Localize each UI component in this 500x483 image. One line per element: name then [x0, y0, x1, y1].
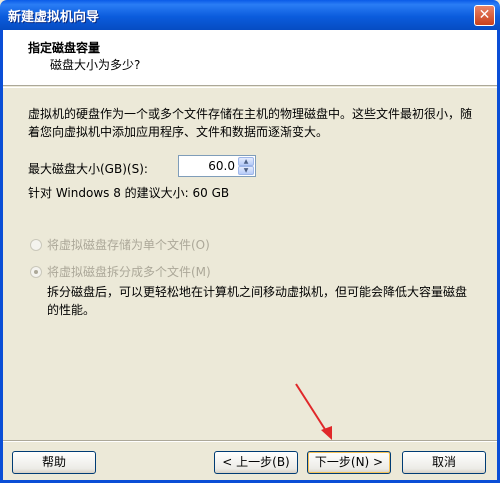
close-button[interactable]: ✕ [474, 5, 495, 26]
cancel-button[interactable]: 取消 [402, 451, 486, 474]
next-button[interactable]: 下一步(N) > [307, 451, 391, 474]
radio-single-file-circle[interactable] [30, 238, 42, 251]
radio-single-file-label: 将虚拟磁盘存储为单个文件(O) [47, 238, 210, 252]
radio-split-files-label: 将虚拟磁盘拆分成多个文件(M) [47, 265, 211, 279]
header-title: 指定磁盘容量 [28, 41, 101, 55]
help-button[interactable]: 帮助 [12, 451, 96, 474]
spin-down-icon[interactable]: ▼ [238, 166, 254, 175]
split-note-text: 拆分磁盘后，可以更轻松地在计算机之间移动虚拟机，但可能会降低大容量磁盘的性能。 [47, 285, 468, 317]
max-disk-size-label: 最大磁盘大小(GB)(S): [28, 162, 148, 176]
recommended-size-text: 针对 Windows 8 的建议大小: 60 GB [28, 186, 230, 200]
radio-split-files-circle[interactable] [30, 265, 42, 278]
max-disk-size-spinbox[interactable]: 60.0 ▲ ▼ [178, 155, 256, 177]
window-frame [0, 30, 500, 483]
radio-split-files[interactable]: 将虚拟磁盘拆分成多个文件(M) [30, 263, 211, 280]
bottom-separator [3, 440, 497, 442]
red-arrow-annotation [295, 383, 332, 440]
spin-up-icon[interactable]: ▲ [238, 157, 254, 166]
header-divider [3, 87, 497, 88]
title-bar[interactable]: 新建虚拟机向导 ✕ [0, 0, 500, 30]
window-title: 新建虚拟机向导 [8, 10, 100, 25]
description-text: 虚拟机的硬盘作为一个或多个文件存储在主机的物理磁盘中。这些文件最初很小，随着您向… [28, 107, 473, 139]
radio-single-file[interactable]: 将虚拟磁盘存储为单个文件(O) [30, 236, 210, 253]
back-button[interactable]: < 上一步(B) [214, 451, 298, 474]
max-disk-size-value[interactable]: 60.0 [208, 159, 235, 173]
wizard-header: 指定磁盘容量 磁盘大小为多少? [3, 30, 497, 86]
header-subtitle: 磁盘大小为多少? [50, 58, 141, 72]
